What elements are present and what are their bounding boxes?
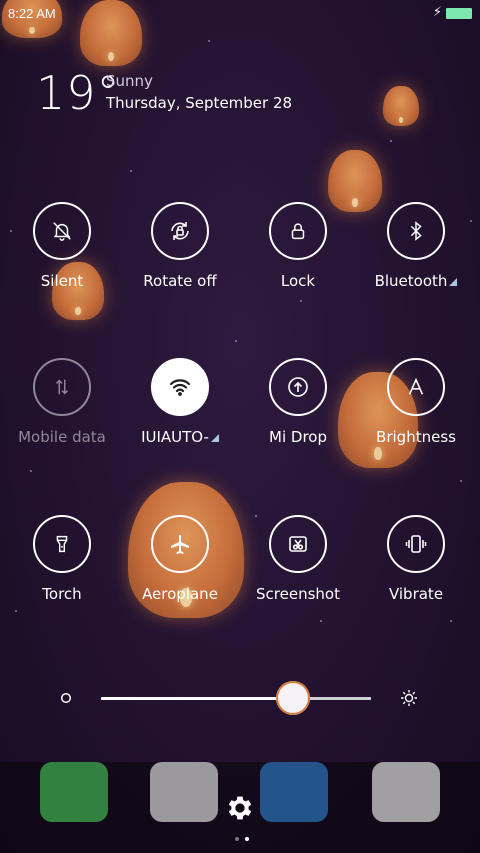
bluetooth-icon [387,202,445,260]
toggle-label: Mobile data [18,428,106,446]
toggle-label: Bluetooth [357,272,475,290]
page-dot-active [245,837,249,841]
brightness-slider[interactable] [58,680,428,716]
airplane-icon [151,515,209,573]
messaging-app-icon [260,762,328,822]
more-settings-indicator-icon [449,278,458,286]
toggle-label: Rotate off [143,272,217,290]
toggle-silent[interactable]: Silent [3,202,121,290]
date-label: Thursday, September 28 [106,94,293,112]
brightness-low-icon [60,692,72,704]
phone-app-icon [40,762,108,822]
slider-thumb[interactable] [275,681,310,715]
toggle-label: Mi Drop [269,428,327,446]
toggle-label: Silent [40,272,84,290]
upload-icon [269,358,327,416]
page-indicator [232,826,252,845]
toggle-aeroplane[interactable]: Aeroplane [121,515,239,603]
weather-widget[interactable]: 19° Sunny Thursday, September 28 [36,66,292,120]
toggle-label: Lock [280,272,316,290]
camera-app-icon [372,762,440,822]
vibrate-icon [387,515,445,573]
more-settings-indicator-icon [210,434,219,442]
scissors-icon [269,515,327,573]
toggle-brightness[interactable]: Brightness [357,358,475,446]
status-bar: 8:22 AM ⚡ [0,0,480,28]
toggle-wifi[interactable]: IUIAUTO- [121,358,239,446]
charging-icon: ⚡ [432,5,442,20]
weather-condition: Sunny [106,72,153,90]
toggle-label: IUIAUTO- [121,428,239,446]
toggle-mobile-data[interactable]: Mobile data [3,358,121,446]
battery-icon [446,8,472,19]
toggle-label: Screenshot [256,585,340,603]
toggle-label: Torch [42,585,82,603]
page-dot [235,837,239,841]
settings-gear-icon[interactable] [224,792,256,824]
toggle-screenshot[interactable]: Screenshot [239,515,357,603]
flashlight-icon [33,515,91,573]
slider-fill [101,697,293,700]
bell-off-icon [33,202,91,260]
toggle-vibrate[interactable]: Vibrate [357,515,475,603]
toggle-torch[interactable]: Torch [3,515,121,603]
toggle-rotate[interactable]: Rotate off [121,202,239,290]
chrome-app-icon [150,762,218,822]
toggle-bluetooth[interactable]: Bluetooth [357,202,475,290]
toggle-label: Brightness [376,428,456,446]
rotate-lock-icon [151,202,209,260]
auto-brightness-icon [387,358,445,416]
mobile-data-icon [33,358,91,416]
wifi-icon [151,358,209,416]
toggle-label: Aeroplane [142,585,218,603]
toggle-lock[interactable]: Lock [239,202,357,290]
toggle-mi-drop[interactable]: Mi Drop [239,358,357,446]
toggle-label: Vibrate [388,585,444,603]
lantern-decoration [383,86,419,126]
lock-icon [269,202,327,260]
brightness-high-icon [401,690,417,706]
status-time: 8:22 AM [8,6,56,21]
